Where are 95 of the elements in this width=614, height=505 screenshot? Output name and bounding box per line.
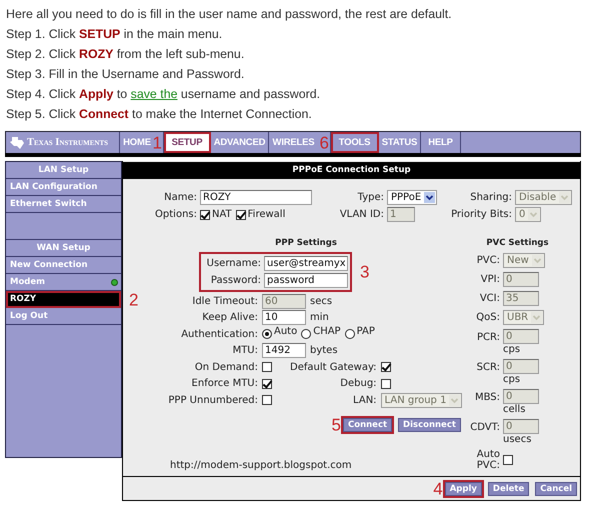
panel-title: PPPoE Connection Setup xyxy=(123,162,580,179)
link[interactable]: save the xyxy=(130,87,178,101)
instruction-text: Step 4. Click Apply to save the username and password. xyxy=(6,86,322,103)
checkbox[interactable] xyxy=(503,455,513,465)
checkbox[interactable] xyxy=(236,210,246,220)
caret-icon xyxy=(559,192,570,203)
field-label: Priority Bits: xyxy=(450,209,512,220)
checkbox[interactable] xyxy=(262,378,272,389)
checkbox[interactable] xyxy=(262,362,272,372)
section-title: PVC Settings xyxy=(485,238,550,250)
field-label: PPP Unnumbered: xyxy=(168,394,258,406)
checkbox[interactable] xyxy=(200,210,210,220)
caret-icon xyxy=(532,255,543,266)
option-label: Auto xyxy=(274,326,298,337)
option-label: CHAP xyxy=(313,326,341,337)
action-button[interactable]: Cancel xyxy=(535,482,577,496)
sidebar-item[interactable]: Ethernet Switch xyxy=(6,196,121,213)
field-label: Type: xyxy=(356,192,384,203)
caret-icon xyxy=(449,394,460,406)
field-label: Password: xyxy=(210,275,261,286)
step-number: 5 xyxy=(332,416,341,433)
logo-icon xyxy=(9,136,25,150)
caret-icon xyxy=(424,192,436,203)
field-label: Default Gateway: xyxy=(290,362,377,373)
text-field[interactable]: 10 xyxy=(262,310,306,326)
sidebar-item[interactable]: Log Out xyxy=(6,308,121,325)
unit-label: bytes xyxy=(310,345,338,356)
nav-tab[interactable]: SETUP xyxy=(164,132,211,153)
field-label: PCR: xyxy=(476,331,500,343)
sidebar-item[interactable]: LAN Configuration xyxy=(6,179,121,196)
instruction-text: Step 5. Click Connect to make the Internet Connection. xyxy=(6,106,313,123)
action-button[interactable]: Delete xyxy=(488,482,530,496)
field-label: VCI: xyxy=(478,293,500,304)
instruction-text: Step 2. Click ROZY from the left sub-menu. xyxy=(6,46,246,63)
field-label: VPI: xyxy=(480,274,500,285)
instruction-text: Step 3. Fill in the Username and Password. xyxy=(6,66,246,83)
field-label: MTU: xyxy=(232,345,258,356)
instruction-text: Here all you need to do is fill in the user name and password, the rest are default. xyxy=(6,6,453,23)
sidebar-heading: WAN Setup xyxy=(6,240,121,257)
sidebar-item[interactable]: ROZY xyxy=(6,291,121,308)
field-label: PVC: xyxy=(476,255,500,266)
unit-label: cells xyxy=(503,404,526,415)
url-text: http://modem-support.blogspot.com xyxy=(169,460,353,471)
step-number: 3 xyxy=(360,264,370,280)
action-button[interactable]: Apply xyxy=(444,482,482,496)
caret-icon xyxy=(531,312,542,323)
unit-label: usecs xyxy=(503,434,532,445)
step-number: 6 xyxy=(320,134,329,151)
radio-button[interactable] xyxy=(262,329,272,340)
instruction-text: Step 1. Click SETUP in the main menu. xyxy=(6,26,224,43)
field-label: Idle Timeout: xyxy=(192,296,258,307)
sidebar-heading: LAN Setup xyxy=(6,162,121,179)
field-label: Enforce MTU: xyxy=(192,378,258,390)
unit-label: min xyxy=(310,312,329,324)
checkbox[interactable] xyxy=(262,395,272,406)
field-label: VLAN ID: xyxy=(338,209,384,220)
unit-label: cps xyxy=(503,374,520,385)
field-label: QoS: xyxy=(475,312,500,323)
radio-button[interactable] xyxy=(344,329,355,340)
field-label: Username: xyxy=(206,258,261,269)
text-field[interactable]: ROZY xyxy=(200,190,312,205)
field-label: Keep Alive: xyxy=(202,312,258,324)
option-label: Firewall xyxy=(248,209,286,220)
step-number: 4 xyxy=(433,480,443,497)
caret-icon xyxy=(528,209,540,220)
sidebar-item[interactable]: New Connection xyxy=(6,257,121,274)
step-number: 1 xyxy=(152,134,162,151)
checkbox[interactable] xyxy=(380,378,391,389)
field-label: CDVT: xyxy=(469,421,500,433)
field-label: MBS: xyxy=(474,391,500,403)
field-label: Debug: xyxy=(340,378,377,390)
text-field[interactable]: 1492 xyxy=(262,343,306,358)
field-label: Authentication: xyxy=(181,328,258,340)
field-label: Sharing: xyxy=(469,192,512,203)
field-label: SCR: xyxy=(476,361,500,373)
dropdown[interactable]: PPPoE xyxy=(387,190,438,205)
section-title: PPP Settings xyxy=(274,238,338,250)
text-field[interactable]: password xyxy=(264,273,348,288)
field-label: LAN: xyxy=(353,394,377,406)
option-label: PAP xyxy=(356,326,375,337)
radio-button[interactable] xyxy=(301,329,312,340)
field-label: On Demand: xyxy=(194,362,258,373)
field-label: Options: xyxy=(154,209,197,220)
unit-label: secs xyxy=(310,296,332,307)
text-field[interactable]: user@streamyx xyxy=(264,256,348,271)
option-label: NAT xyxy=(212,209,232,220)
action-button[interactable]: Disconnect xyxy=(398,418,461,432)
field-label: Name: xyxy=(163,192,197,203)
checkbox[interactable] xyxy=(380,362,391,372)
field-label: Auto PVC: xyxy=(476,449,500,471)
step-number: 2 xyxy=(129,291,138,308)
brand-name: Texas Instruments xyxy=(27,137,108,148)
action-button[interactable]: Connect xyxy=(343,418,392,432)
nav-tab[interactable]: TOOLS xyxy=(331,132,379,153)
unit-label: cps xyxy=(503,344,520,355)
